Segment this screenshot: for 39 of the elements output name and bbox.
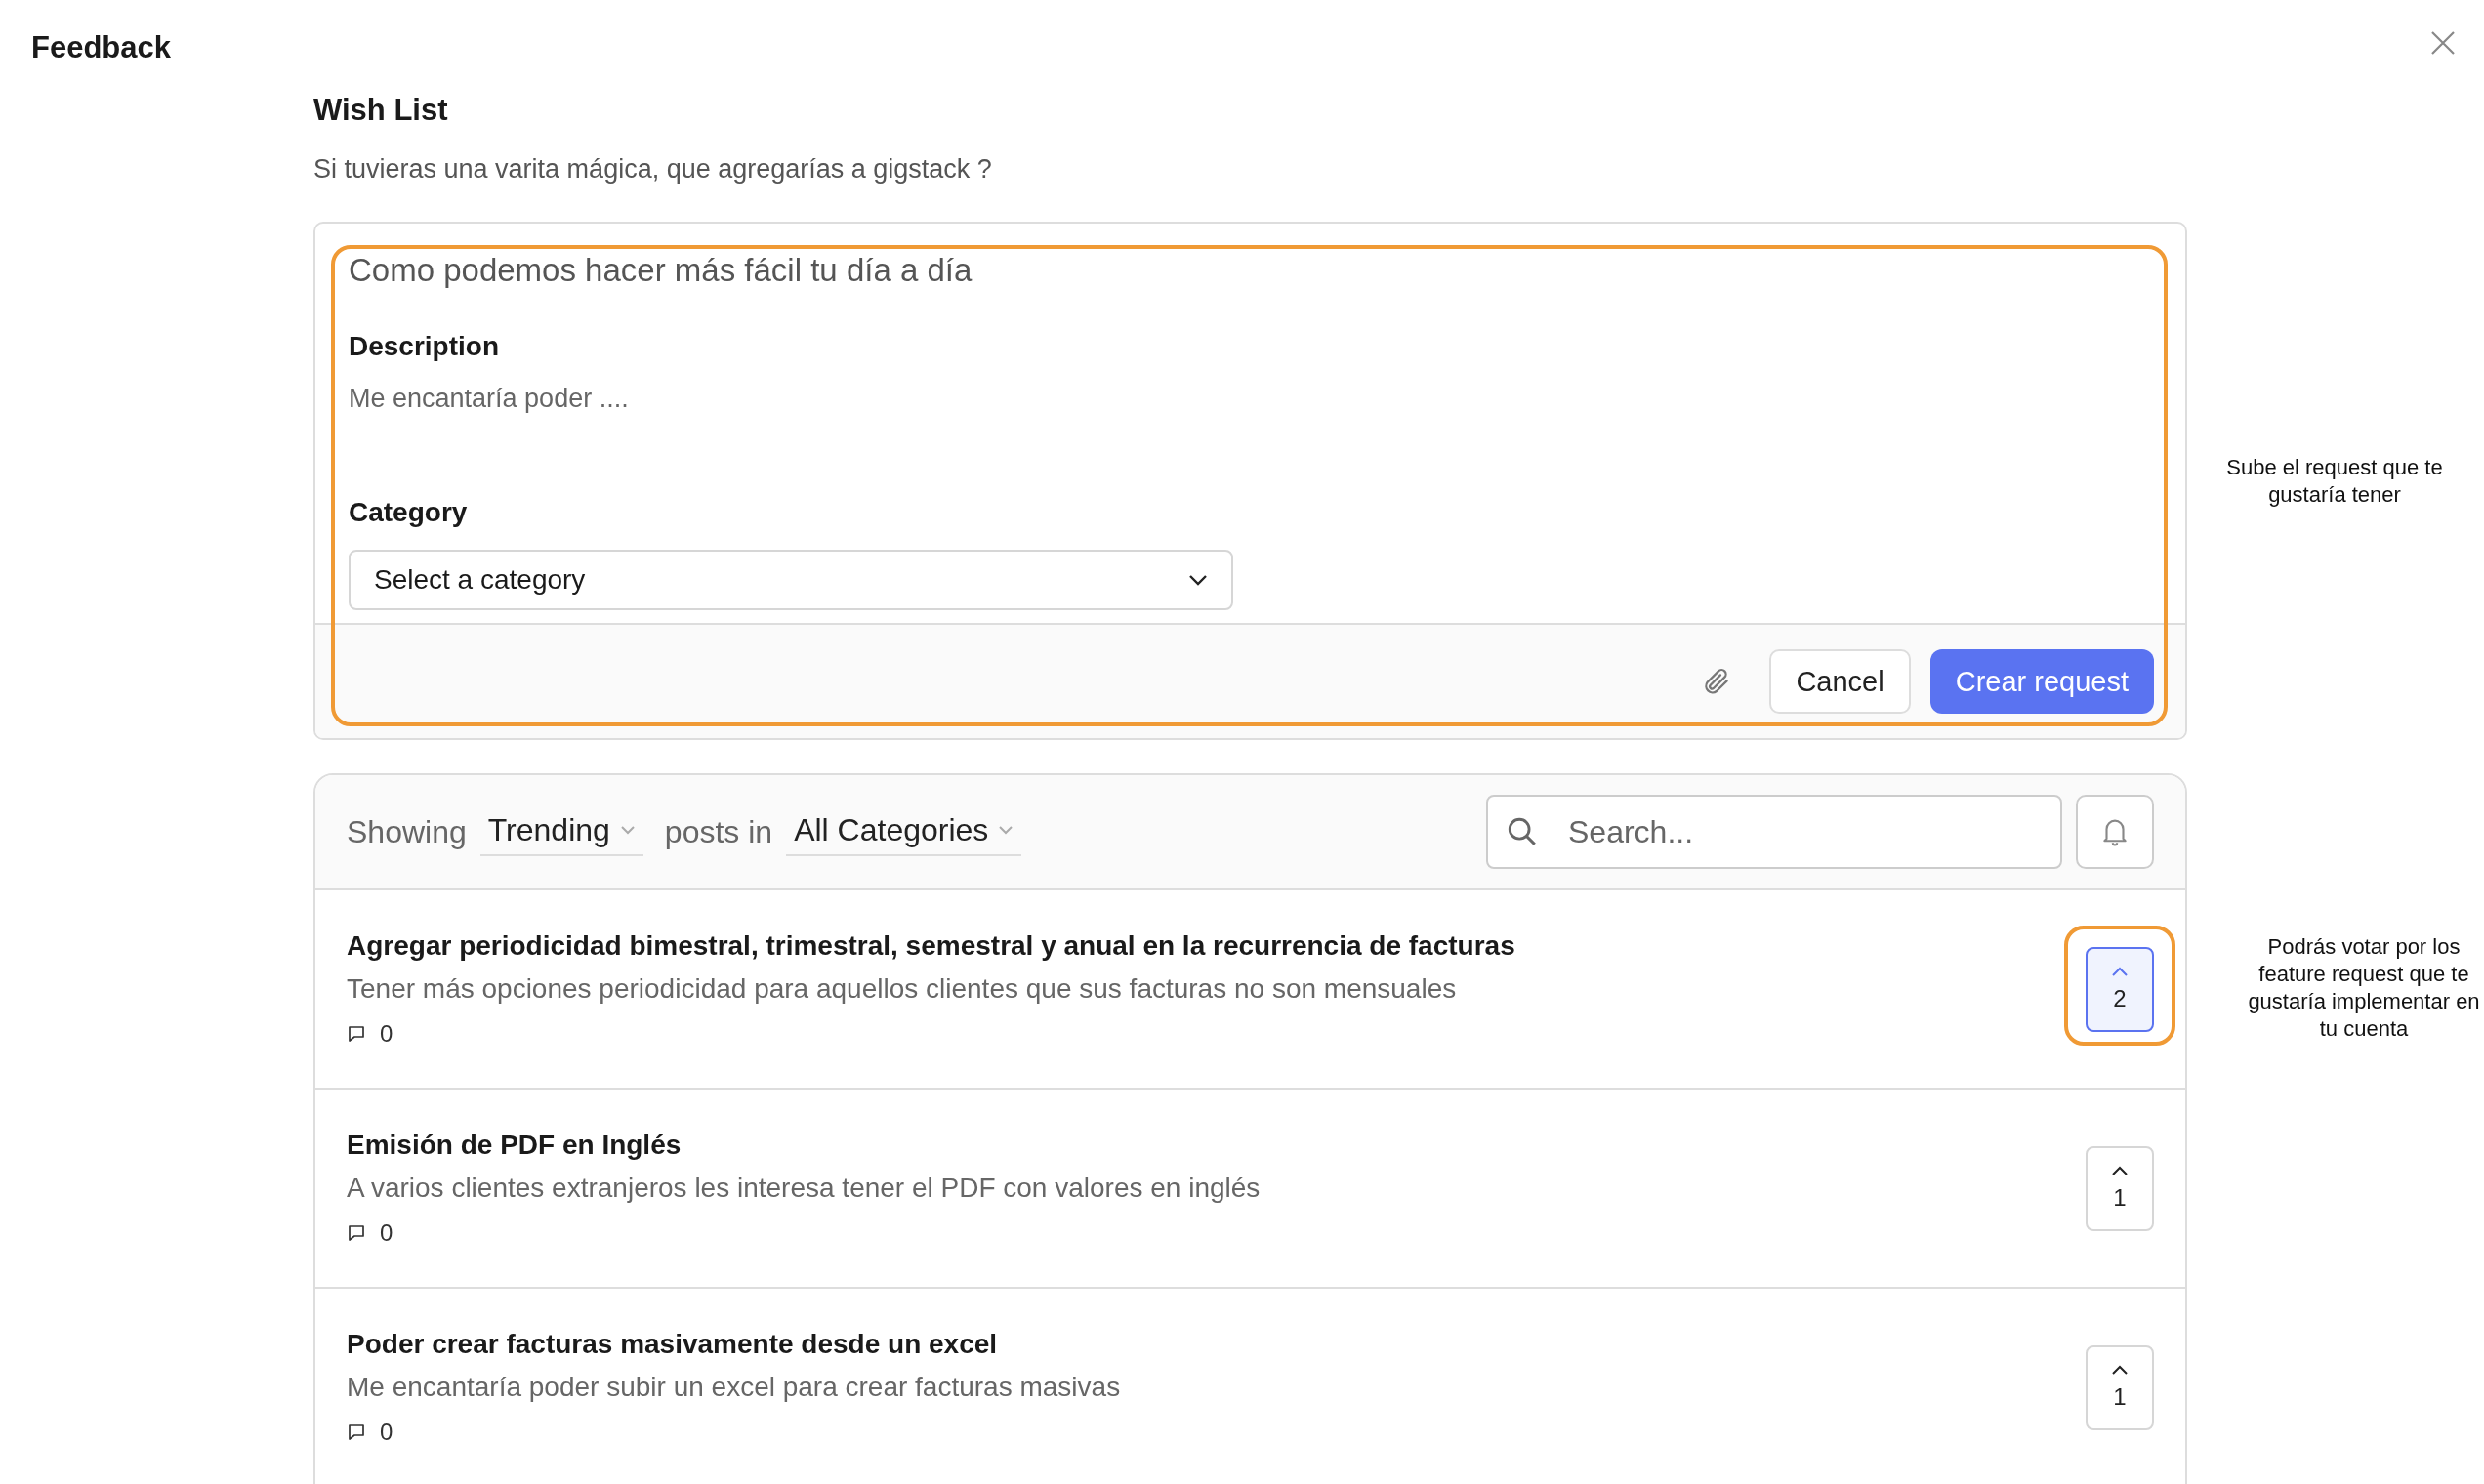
section-subtitle: Si tuvieras una varita mágica, que agregarías a gigstack ? [313,154,993,185]
upvote-button[interactable]: 2 [2086,946,2154,1032]
post-title[interactable]: Emisión de PDF en Inglés [347,1130,1261,1161]
upvote-button[interactable]: 1 [2086,1344,2154,1430]
post-description: Me encantaría poder subir un excel para crear facturas masivas [347,1372,1121,1403]
comment-icon [347,1024,366,1044]
section-title: Wish List [313,93,449,128]
annotation-note: Sube el request que te gustaría tener [2225,453,2444,509]
post-description: A varios clientes extranjeros les interesa tener el PDF con valores en inglés [347,1173,1261,1204]
chevron-up-icon [2111,966,2129,977]
close-icon[interactable] [2429,29,2457,57]
cancel-button[interactable]: Cancel [1769,649,1911,714]
comment-count: 0 [380,1020,393,1048]
comment-count: 0 [380,1419,393,1446]
post-description: Tener más opciones periodicidad para aquellos clientes que sus facturas no son mensuales [347,973,1458,1005]
chevron-down-icon [998,825,1014,835]
filter-label: Showing [347,813,467,850]
chevron-down-icon [619,825,636,835]
field-label: Description [349,331,501,362]
annotation-note: Podrás votar por los feature request que te gustaría implementar en tu cuenta [2247,933,2481,1043]
category-select[interactable]: Select a category [349,550,1233,610]
upvote-button[interactable]: 1 [2086,1145,2154,1231]
comment-icon [347,1422,366,1442]
search-icon [1506,815,1539,848]
filter-label: posts in [664,813,773,850]
post-title[interactable]: Agregar periodicidad bimestral, trimestral, semestral y anual en la recurrencia de facturas [347,930,1515,962]
comment-icon [347,1223,366,1243]
category-dropdown[interactable]: All Categories [786,807,1022,856]
submit-button[interactable]: Crear request [1929,649,2154,714]
search-field[interactable]: Search... [1486,795,2062,869]
field-label: Category [349,497,469,528]
chevron-up-icon [2111,1364,2129,1376]
comment-count: 0 [380,1219,393,1247]
chevron-down-icon [1188,574,1208,586]
chevron-up-icon [2111,1165,2129,1176]
post-title[interactable]: Poder crear facturas masivamente desde un excel [347,1329,1121,1360]
page-title: Feedback [31,30,171,65]
sort-dropdown[interactable]: Trending [479,807,643,856]
notification-button[interactable] [2076,795,2154,869]
